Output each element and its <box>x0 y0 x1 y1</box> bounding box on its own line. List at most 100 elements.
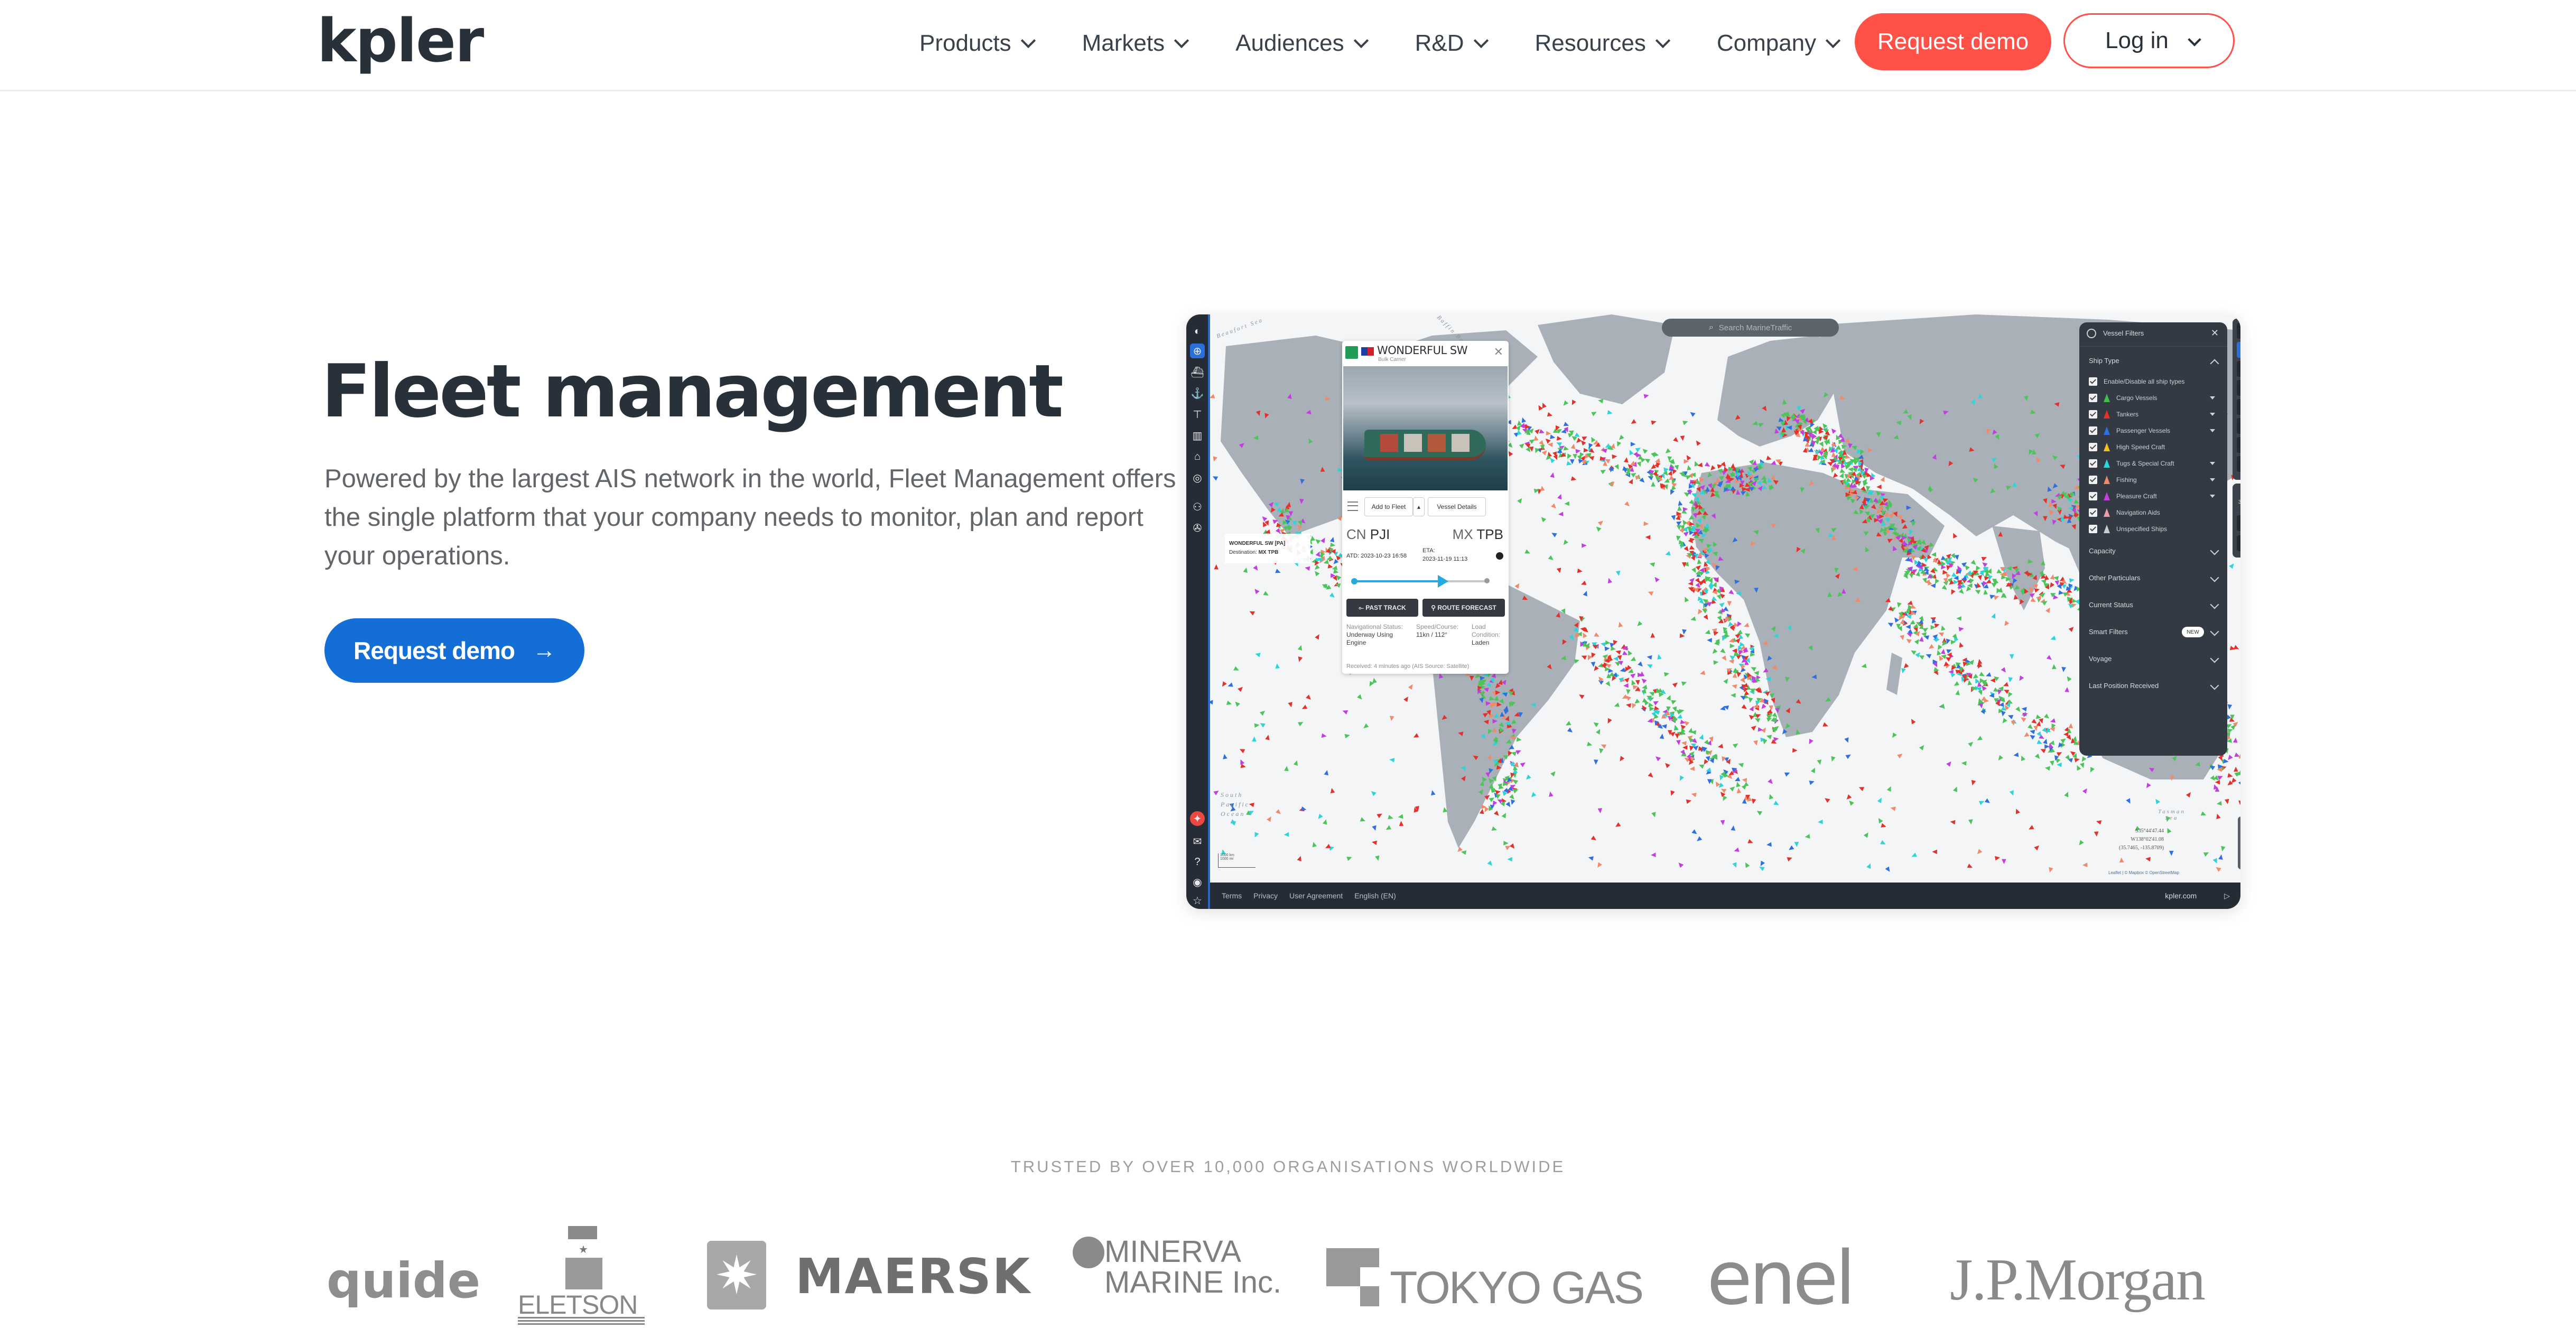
vessel-marker[interactable] <box>2090 767 2095 773</box>
vessel-marker[interactable] <box>1993 596 2000 600</box>
vessel-marker[interactable] <box>1789 845 1794 850</box>
vessel-marker[interactable] <box>1991 582 1997 588</box>
vessel-marker[interactable] <box>1947 652 1952 657</box>
vessel-marker[interactable] <box>1810 767 1815 774</box>
vessel-marker[interactable] <box>2238 800 2240 805</box>
vessel-marker[interactable] <box>1825 798 1830 803</box>
vessel-marker[interactable] <box>2227 773 2233 778</box>
vessel-marker[interactable] <box>1563 400 1569 406</box>
vessel-marker[interactable] <box>1977 849 1983 855</box>
vessel-marker[interactable] <box>1371 791 1377 796</box>
vessel-marker[interactable] <box>2045 607 2050 614</box>
vessel-marker[interactable] <box>1691 738 1697 744</box>
vessel-marker[interactable] <box>1766 842 1772 847</box>
vessel-marker[interactable] <box>1771 727 1777 733</box>
vessel-marker[interactable] <box>1723 795 1727 801</box>
vessel-marker[interactable] <box>1671 515 1676 521</box>
vessel-marker[interactable] <box>1539 440 1544 446</box>
vessel-marker[interactable] <box>1315 634 1319 640</box>
vessel-marker[interactable] <box>1904 557 1911 562</box>
vessel-marker[interactable] <box>1275 663 1280 669</box>
vessel-marker[interactable] <box>1817 759 1822 765</box>
vessel-marker[interactable] <box>1538 405 1543 411</box>
vessel-marker[interactable] <box>1461 850 1467 855</box>
vessel-marker[interactable] <box>1293 760 1298 766</box>
vessel-marker[interactable] <box>1937 559 1942 564</box>
checkbox[interactable] <box>2089 443 2097 451</box>
add-to-fleet-button[interactable]: Add to Fleet <box>1364 497 1413 516</box>
vessel-marker[interactable] <box>1805 834 1810 839</box>
vessel-marker[interactable] <box>1547 412 1553 417</box>
vessel-marker[interactable] <box>1710 465 1716 471</box>
vessel-marker[interactable] <box>1731 825 1736 831</box>
close-icon[interactable]: ✕ <box>2211 328 2219 339</box>
ship-type-filter[interactable]: Pleasure Craft <box>2089 489 2218 504</box>
vessel-marker[interactable] <box>2231 777 2237 783</box>
vessel-marker[interactable] <box>2058 590 2064 595</box>
checkbox[interactable] <box>2089 459 2097 468</box>
vessel-marker[interactable] <box>1686 799 1691 804</box>
vessel-marker[interactable] <box>1839 468 1846 473</box>
vessel-marker[interactable] <box>1696 440 1701 446</box>
vessel-marker[interactable] <box>1665 551 1671 556</box>
vessel-marker[interactable] <box>1671 700 1677 705</box>
vessel-marker[interactable] <box>1911 650 1917 655</box>
ship-type-filter[interactable]: Tankers <box>2089 407 2218 422</box>
vessel-marker[interactable] <box>1615 822 1621 827</box>
vessel-marker[interactable] <box>1861 474 1867 479</box>
add-to-fleet-dropdown[interactable]: ▴ <box>1413 497 1425 516</box>
map-search-input[interactable]: ⌕ Search MarineTraffic <box>1662 319 1839 337</box>
vessel-marker[interactable] <box>1233 666 1239 671</box>
vessel-marker[interactable] <box>2126 798 2131 804</box>
vessel-marker[interactable] <box>1666 695 1671 701</box>
vessel-marker[interactable] <box>1651 420 1657 425</box>
vessel-marker[interactable] <box>1738 763 1744 768</box>
help-icon[interactable]: ? <box>1190 855 1205 869</box>
vessel-marker[interactable] <box>1515 750 1521 755</box>
vessel-marker[interactable] <box>1551 503 1556 509</box>
vessel-marker[interactable] <box>1684 546 1689 552</box>
vessel-marker[interactable] <box>1909 573 1914 579</box>
vessel-marker[interactable] <box>1941 584 1947 590</box>
vessel-marker[interactable] <box>1682 745 1688 750</box>
vessel-marker[interactable] <box>1737 621 1742 627</box>
vessel-marker[interactable] <box>1976 565 1980 571</box>
vessel-marker[interactable] <box>1615 650 1621 655</box>
vessel-marker[interactable] <box>1954 681 1959 686</box>
vessel-marker[interactable] <box>1330 542 1336 547</box>
vessel-marker[interactable] <box>2234 753 2240 757</box>
vessel-marker[interactable] <box>1649 692 1655 696</box>
vessel-marker[interactable] <box>1744 633 1751 638</box>
vessel-marker[interactable] <box>1998 755 2003 760</box>
routes-icon[interactable]: ⌂ <box>1190 449 1205 464</box>
vessel-marker[interactable] <box>2043 739 2048 745</box>
vessel-marker[interactable] <box>2067 676 2072 682</box>
vessel-marker[interactable] <box>1541 450 1547 456</box>
vessel-marker[interactable] <box>1678 862 1684 868</box>
vessel-marker[interactable] <box>1931 552 1937 557</box>
vessel-marker[interactable] <box>1668 470 1672 476</box>
vessel-marker[interactable] <box>1591 412 1597 416</box>
vessel-marker[interactable] <box>1324 770 1329 776</box>
vessel-marker[interactable] <box>1495 790 1501 795</box>
vessel-marker[interactable] <box>1761 703 1766 709</box>
vessel-marker[interactable] <box>1681 741 1687 746</box>
vessel-marker[interactable] <box>2044 766 2050 771</box>
vessel-marker[interactable] <box>1736 788 1742 794</box>
vessel-marker[interactable] <box>1542 403 1547 408</box>
vessel-marker[interactable] <box>1676 740 1681 746</box>
vessel-marker[interactable] <box>1971 779 1976 786</box>
vessel-marker[interactable] <box>1597 521 1603 526</box>
vessel-marker[interactable] <box>2030 597 2036 602</box>
vessel-marker[interactable] <box>1263 591 1269 596</box>
vessel-marker[interactable] <box>1844 737 1849 743</box>
vessel-marker[interactable] <box>1728 638 1734 643</box>
vessel-marker[interactable] <box>1990 678 1995 683</box>
vessel-marker[interactable] <box>2200 811 2207 816</box>
vessel-marker[interactable] <box>2021 755 2026 761</box>
checkbox[interactable] <box>2089 426 2097 435</box>
vessel-marker[interactable] <box>1549 791 1554 797</box>
vessel-marker[interactable] <box>2053 595 2059 600</box>
vessel-marker[interactable] <box>1695 578 1700 583</box>
vessel-marker[interactable] <box>1911 719 1916 725</box>
